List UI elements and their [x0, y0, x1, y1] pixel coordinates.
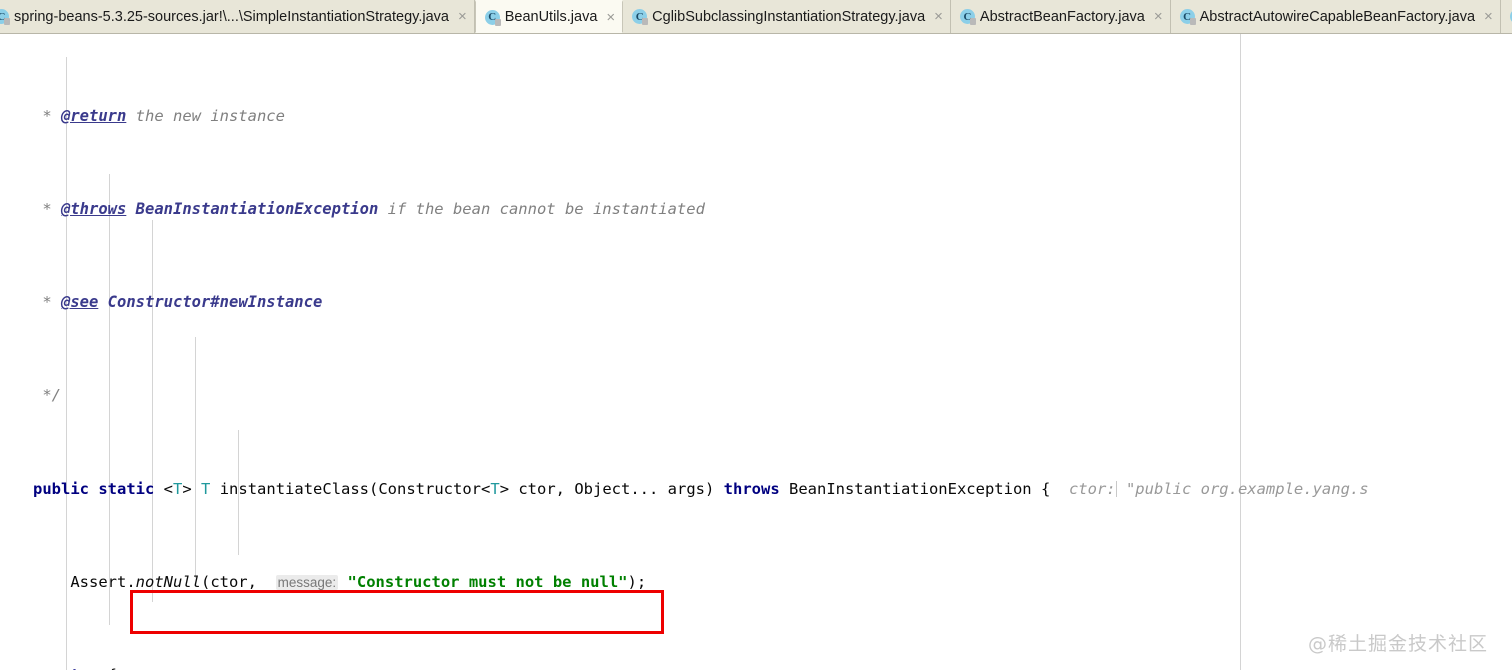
tab-cglib-subclassing-instantiation-strategy[interactable]: C CglibSubclassingInstantiationStrategy.…: [623, 0, 951, 33]
close-icon[interactable]: ×: [606, 10, 615, 25]
tab-abstract-autowire-capable-bean-factory[interactable]: C AbstractAutowireCapableBeanFactory.jav…: [1170, 0, 1501, 33]
editor-tab-bar: C spring-beans-5.3.25-sources.jar!\...\S…: [0, 0, 1512, 34]
code-line: public static <T> T instantiateClass(Con…: [33, 479, 1369, 498]
tab-bean-utils[interactable]: C BeanUtils.java ×: [474, 0, 624, 33]
code-line: try {: [0, 664, 1512, 670]
java-class-icon: C: [1179, 9, 1196, 25]
java-class-icon: C: [0, 9, 10, 25]
code-line: * @see Constructor#newInstance: [33, 293, 323, 312]
code-line: * @return the new instance: [33, 106, 285, 125]
tab-simple-instantiation-strategy[interactable]: C spring-beans-5.3.25-sources.jar!\...\S…: [0, 0, 475, 33]
tab-label: spring-beans-5.3.25-sources.jar!\...\Sim…: [14, 8, 449, 25]
code-content[interactable]: * @return the new instance * @throws Bea…: [0, 34, 1512, 670]
tab-label: CglibSubclassingInstantiationStrategy.ja…: [652, 8, 926, 25]
tab-label: AbstractAutowireCapableBeanFactory.java: [1199, 8, 1476, 25]
code-editor-area[interactable]: * @return the new instance * @throws Bea…: [0, 34, 1512, 670]
close-icon[interactable]: ×: [1484, 9, 1493, 24]
tab-abstract-bean-factory[interactable]: C AbstractBeanFactory.java ×: [950, 0, 1171, 33]
code-line: */: [33, 386, 61, 405]
code-line: * @throws BeanInstantiationException if …: [33, 200, 705, 219]
java-class-icon: C: [632, 9, 649, 25]
java-class-icon: C: [484, 9, 501, 26]
close-icon[interactable]: ×: [1154, 9, 1163, 24]
tab-label: AbstractBeanFactory.java: [979, 8, 1145, 25]
code-line: Assert.notNull(ctor, message: "Construct…: [33, 572, 647, 591]
java-class-icon: C: [959, 9, 976, 25]
close-icon[interactable]: ×: [934, 9, 943, 24]
tab-spring-beans[interactable]: C spring-bea: [1500, 0, 1512, 33]
close-icon[interactable]: ×: [458, 9, 467, 24]
watermark-text: @稀土掘金技术社区: [1307, 633, 1488, 655]
tab-label: BeanUtils.java: [504, 9, 598, 25]
